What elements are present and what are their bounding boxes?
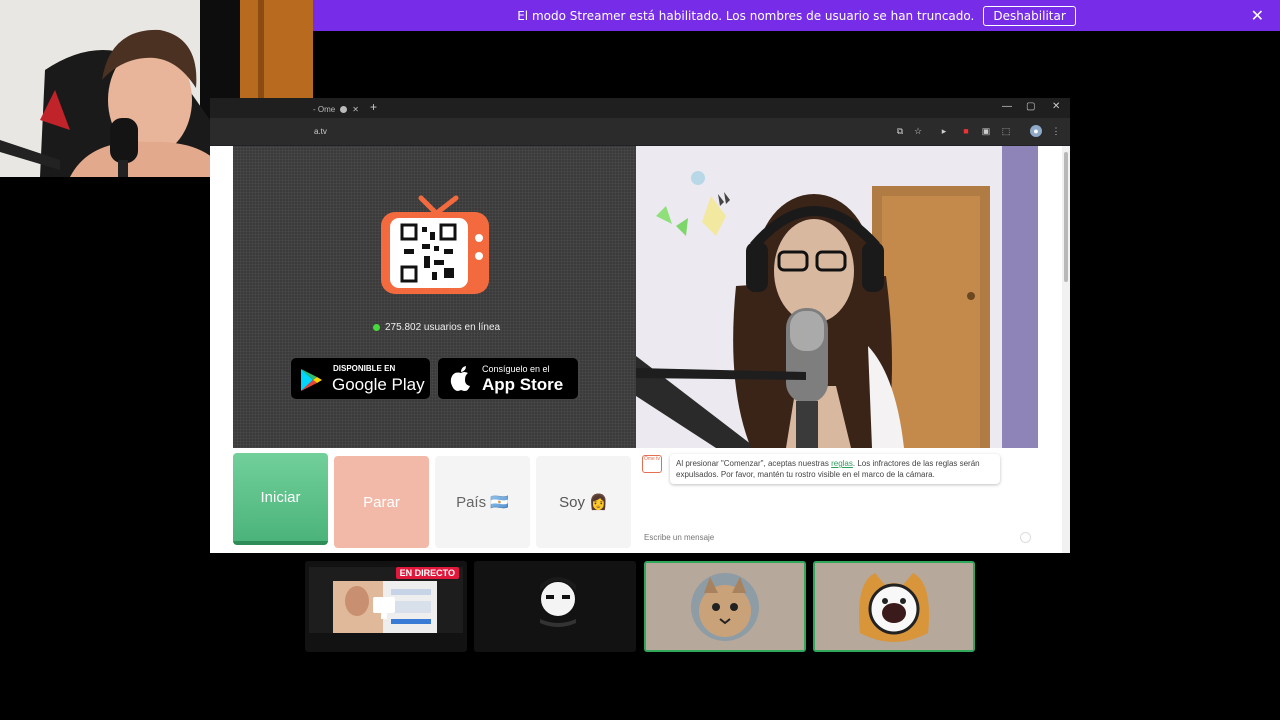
menu-icon[interactable]: ⋮ bbox=[1050, 125, 1062, 137]
record-icon[interactable]: ■ bbox=[960, 125, 972, 137]
app-store-big-text: App Store bbox=[482, 375, 564, 394]
address-bar: a.tv ⧉ ☆ ▸ ■ ▣ ⬚ ● ⋮ bbox=[210, 118, 1070, 145]
audio-indicator-icon bbox=[340, 105, 348, 113]
maximize-button[interactable]: ▢ bbox=[1026, 101, 1035, 112]
google-play-button[interactable]: DISPONIBLE EN Google Play bbox=[290, 357, 431, 400]
partner-video-image bbox=[636, 146, 1038, 448]
app-store-button[interactable]: Consíguelo en el App Store bbox=[437, 357, 579, 400]
url-field[interactable]: a.tv bbox=[314, 127, 327, 136]
banner-message: El modo Streamer está habilitado. Los no… bbox=[517, 8, 975, 23]
start-button[interactable]: Iniciar bbox=[233, 453, 328, 545]
tv-qr-logo-icon bbox=[381, 195, 489, 294]
cat-avatar-icon bbox=[646, 563, 804, 650]
app-promo-panel: 275.802 usuarios en línea DISPONIBLE EN … bbox=[233, 146, 636, 448]
disable-streamer-mode-button[interactable]: Deshabilitar bbox=[983, 5, 1076, 26]
browser-window: - Ome ✕ + — ▢ ✕ a.tv ⧉ ☆ ▸ ■ ▣ ⬚ ● ⋮ 275… bbox=[210, 98, 1070, 553]
country-filter-button[interactable]: País 🇦🇷 bbox=[435, 456, 530, 548]
tab-ometv[interactable]: - Ome ✕ bbox=[313, 100, 363, 118]
chat-panel: Ome tv Al presionar "Comenzar", aceptas … bbox=[638, 448, 1038, 553]
cat-avatar-icon-2 bbox=[815, 563, 973, 650]
participant-tile-4[interactable] bbox=[813, 561, 975, 652]
participant-tile-2[interactable] bbox=[474, 561, 636, 652]
page-scrollbar[interactable] bbox=[1062, 146, 1070, 553]
emoji-icon[interactable] bbox=[1020, 532, 1031, 543]
puzzle-icon[interactable]: ⬚ bbox=[1000, 125, 1012, 137]
install-icon[interactable]: ⧉ bbox=[894, 125, 906, 137]
rules-message: Al presionar "Comenzar", aceptas nuestra… bbox=[670, 454, 1000, 484]
rules-link[interactable]: reglas bbox=[831, 459, 853, 468]
app-store-small-text: Consíguelo en el bbox=[482, 364, 550, 374]
apple-icon bbox=[450, 366, 470, 391]
online-users-count: 275.802 usuarios en línea bbox=[385, 322, 501, 333]
google-play-small-text: DISPONIBLE EN bbox=[333, 364, 396, 373]
screen-share-tile[interactable]: EN DIRECTO bbox=[305, 561, 467, 652]
tab-title: - Ome bbox=[313, 104, 336, 114]
google-play-big-text: Google Play bbox=[332, 375, 425, 394]
ometv-avatar: Ome tv bbox=[642, 455, 662, 473]
play-icon[interactable]: ▸ bbox=[938, 125, 950, 137]
scroll-thumb[interactable] bbox=[1064, 152, 1068, 282]
ometv-page: 275.802 usuarios en línea DISPONIBLE EN … bbox=[210, 146, 1062, 553]
live-badge: EN DIRECTO bbox=[395, 567, 459, 579]
partner-video bbox=[636, 146, 1038, 448]
profile-icon[interactable]: ● bbox=[1030, 125, 1042, 137]
tab-bar: - Ome ✕ + — ▢ ✕ bbox=[210, 98, 1070, 118]
extension-icon[interactable]: ▣ bbox=[980, 125, 992, 137]
participant-tile-3[interactable] bbox=[644, 561, 806, 652]
stop-button[interactable]: Parar bbox=[334, 456, 429, 548]
google-play-icon bbox=[301, 369, 322, 391]
gender-select-button[interactable]: Soy 👩 bbox=[536, 456, 631, 548]
minimize-button[interactable]: — bbox=[1002, 101, 1012, 112]
cartoon-avatar-icon bbox=[474, 561, 636, 652]
tab-close-icon[interactable]: ✕ bbox=[352, 105, 359, 114]
new-tab-button[interactable]: + bbox=[370, 100, 377, 114]
banner-close-icon[interactable]: ✕ bbox=[1251, 6, 1264, 25]
online-dot-icon bbox=[373, 324, 380, 331]
window-close-button[interactable]: ✕ bbox=[1052, 101, 1060, 112]
star-icon[interactable]: ☆ bbox=[912, 125, 924, 137]
chat-message-input[interactable] bbox=[644, 533, 1014, 542]
streamer-mode-banner: El modo Streamer está habilitado. Los no… bbox=[313, 0, 1280, 31]
online-users-indicator: 275.802 usuarios en línea bbox=[373, 322, 500, 333]
rules-message-prefix: Al presionar "Comenzar", aceptas nuestra… bbox=[676, 459, 832, 468]
